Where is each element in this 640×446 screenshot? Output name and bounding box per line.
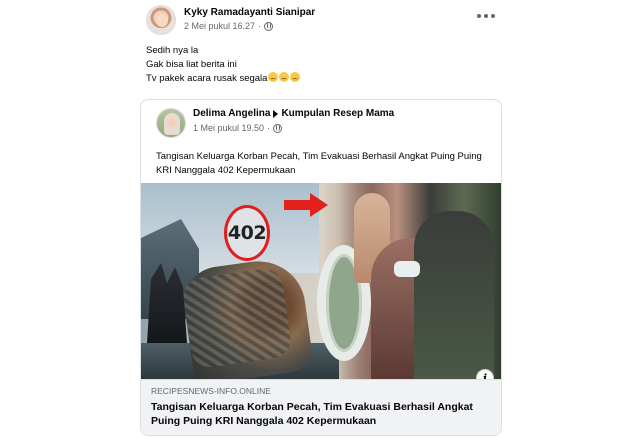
sad-face-emoji-icon [268, 72, 279, 82]
link-domain: RECIPESNEWS-INFO.ONLINE [151, 386, 271, 396]
shared-author-name[interactable]: Delima Angelina [193, 108, 270, 119]
caret-right-icon [273, 109, 279, 118]
globe-icon [273, 123, 283, 133]
shared-post-card[interactable]: Delima Angelina Kumpulan Resep Mama 1 Me… [140, 99, 502, 436]
post-line: Gak bisa liat berita ini [146, 59, 237, 70]
globe-icon [264, 21, 274, 31]
facebook-post: Kyky Ramadayanti Sianipar 2 Mei pukul 16… [0, 0, 640, 446]
shared-post-timestamp[interactable]: 1 Mei pukul 19.50 [193, 123, 264, 133]
sad-face-emoji-icon [290, 72, 301, 82]
hull-number-label: 402 [227, 222, 267, 244]
link-preview[interactable]: RECIPESNEWS-INFO.ONLINE Tangisan Keluarg… [141, 379, 501, 435]
red-arrow-icon [284, 193, 330, 217]
highlight-circle: 402 [224, 205, 270, 261]
link-preview-image[interactable]: 402 i [141, 183, 501, 379]
sad-face-emoji-icon [279, 72, 290, 82]
more-options-icon[interactable] [477, 14, 495, 18]
post-body: Sedih nya la Gak bisa liat berita ini Tv… [146, 44, 301, 86]
post-line: Tv pakek acara rusak segala [146, 72, 301, 86]
group-name[interactable]: Kumpulan Resep Mama [281, 108, 394, 119]
author-avatar[interactable] [146, 5, 176, 35]
shared-post-meta: 1 Mei pukul 19.50 · [193, 123, 283, 133]
shared-post-text: Tangisan Keluarga Korban Pecah, Tim Evak… [156, 151, 482, 176]
shared-author-avatar[interactable] [156, 108, 186, 138]
link-title[interactable]: Tangisan Keluarga Korban Pecah, Tim Evak… [151, 400, 491, 428]
shared-post-header: Delima Angelina Kumpulan Resep Mama [193, 108, 394, 119]
post-line: Sedih nya la [146, 45, 199, 56]
post-author-name[interactable]: Kyky Ramadayanti Sianipar [184, 7, 315, 18]
post-meta: 2 Mei pukul 16.27 · [184, 21, 274, 31]
post-timestamp[interactable]: 2 Mei pukul 16.27 [184, 21, 255, 31]
